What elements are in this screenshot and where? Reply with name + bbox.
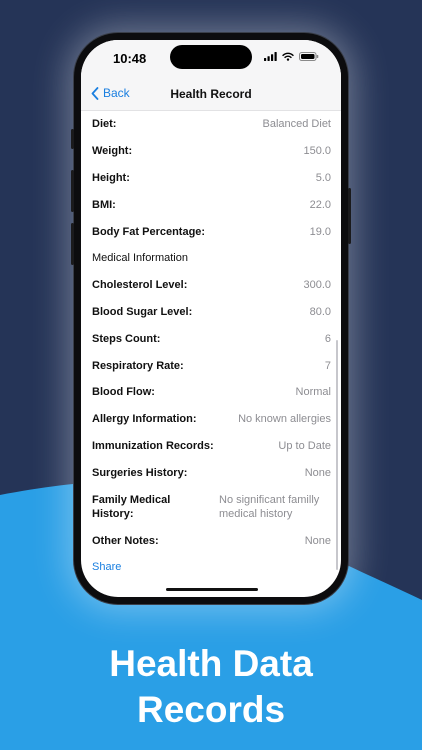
record-row-blood-sugar: Blood Sugar Level: 80.0 xyxy=(81,299,341,326)
record-label: Height: xyxy=(92,171,130,184)
record-row-respiratory-rate: Respiratory Rate: 7 xyxy=(81,352,341,379)
record-label: Other Notes: xyxy=(92,534,159,547)
record-value: Balanced Diet xyxy=(262,118,332,131)
phone-volume-up-button xyxy=(71,170,74,212)
record-label: Family Medical History: xyxy=(92,493,171,520)
caption-line-2: Records xyxy=(136,689,286,730)
record-value: 80.0 xyxy=(309,305,331,318)
record-row-surgeries: Surgeries History: None xyxy=(81,459,341,486)
phone-volume-down-button xyxy=(71,223,74,265)
record-label: Diet: xyxy=(92,118,117,131)
record-value: No known allergies xyxy=(238,413,331,426)
record-row-height: Height: 5.0 xyxy=(81,165,341,192)
dynamic-island xyxy=(170,45,252,69)
phone-screen: 10:48 Back Health Record Diet: Balanced … xyxy=(81,40,341,597)
record-label: Steps Count: xyxy=(92,332,161,345)
record-value: 300.0 xyxy=(303,279,331,292)
phone-side-button xyxy=(71,129,74,149)
record-label: Cholesterol Level: xyxy=(92,279,188,292)
record-value: 6 xyxy=(324,332,331,345)
battery-icon xyxy=(299,52,319,61)
navigation-bar: Back Health Record xyxy=(81,78,341,111)
record-label: Body Fat Percentage: xyxy=(92,225,206,238)
record-value: 150.0 xyxy=(303,145,331,158)
record-label: Blood Flow: xyxy=(92,386,155,399)
status-bar: 10:48 xyxy=(81,40,341,78)
record-value: 7 xyxy=(324,359,331,372)
record-label: Blood Sugar Level: xyxy=(92,305,193,318)
record-label: Allergy Information: xyxy=(92,413,197,426)
page-title: Health Record xyxy=(170,87,252,101)
record-row-bmi: BMI: 22.0 xyxy=(81,191,341,218)
record-value: 19.0 xyxy=(309,225,331,238)
record-row-family-history: Family Medical History: No significant f… xyxy=(81,486,341,527)
record-row-immunization: Immunization Records: Up to Date xyxy=(81,433,341,460)
record-value: 5.0 xyxy=(315,171,331,184)
caption-line-1: Health Data xyxy=(109,643,313,684)
record-list: Diet: Balanced Diet Weight: 150.0 Height… xyxy=(81,111,341,581)
record-row-other-notes: Other Notes: None xyxy=(81,527,341,554)
record-value: None xyxy=(304,534,331,547)
record-label: Respiratory Rate: xyxy=(92,359,184,372)
record-value: 22.0 xyxy=(309,198,331,211)
section-header-medical-information: Medical Information xyxy=(81,245,341,272)
scrollbar[interactable] xyxy=(336,340,338,570)
section-header-label: Medical Information xyxy=(92,252,188,265)
record-row-blood-flow: Blood Flow: Normal xyxy=(81,379,341,406)
record-label: Weight: xyxy=(92,145,133,158)
status-icons xyxy=(264,52,319,61)
home-indicator[interactable] xyxy=(166,588,258,591)
phone-power-button xyxy=(348,188,351,244)
record-label: BMI: xyxy=(92,198,116,211)
record-row-body-fat: Body Fat Percentage: 19.0 xyxy=(81,218,341,245)
status-time: 10:48 xyxy=(113,51,147,66)
record-row-allergy: Allergy Information: No known allergies xyxy=(81,406,341,433)
cellular-signal-icon xyxy=(264,52,277,61)
record-row-cholesterol: Cholesterol Level: 300.0 xyxy=(81,272,341,299)
record-label: Immunization Records: xyxy=(92,439,214,452)
record-row-diet: Diet: Balanced Diet xyxy=(81,111,341,138)
wifi-icon xyxy=(282,52,294,61)
share-button[interactable]: Share xyxy=(81,554,341,581)
phone-frame: 10:48 Back Health Record Diet: Balanced … xyxy=(71,33,351,604)
record-row-steps-count: Steps Count: 6 xyxy=(81,325,341,352)
record-value: Normal xyxy=(295,386,331,399)
record-label: Surgeries History: xyxy=(92,466,188,479)
record-value: No significant familly medical history xyxy=(219,493,320,520)
record-value: None xyxy=(304,466,331,479)
record-row-weight: Weight: 150.0 xyxy=(81,138,341,165)
record-value: Up to Date xyxy=(278,439,331,452)
